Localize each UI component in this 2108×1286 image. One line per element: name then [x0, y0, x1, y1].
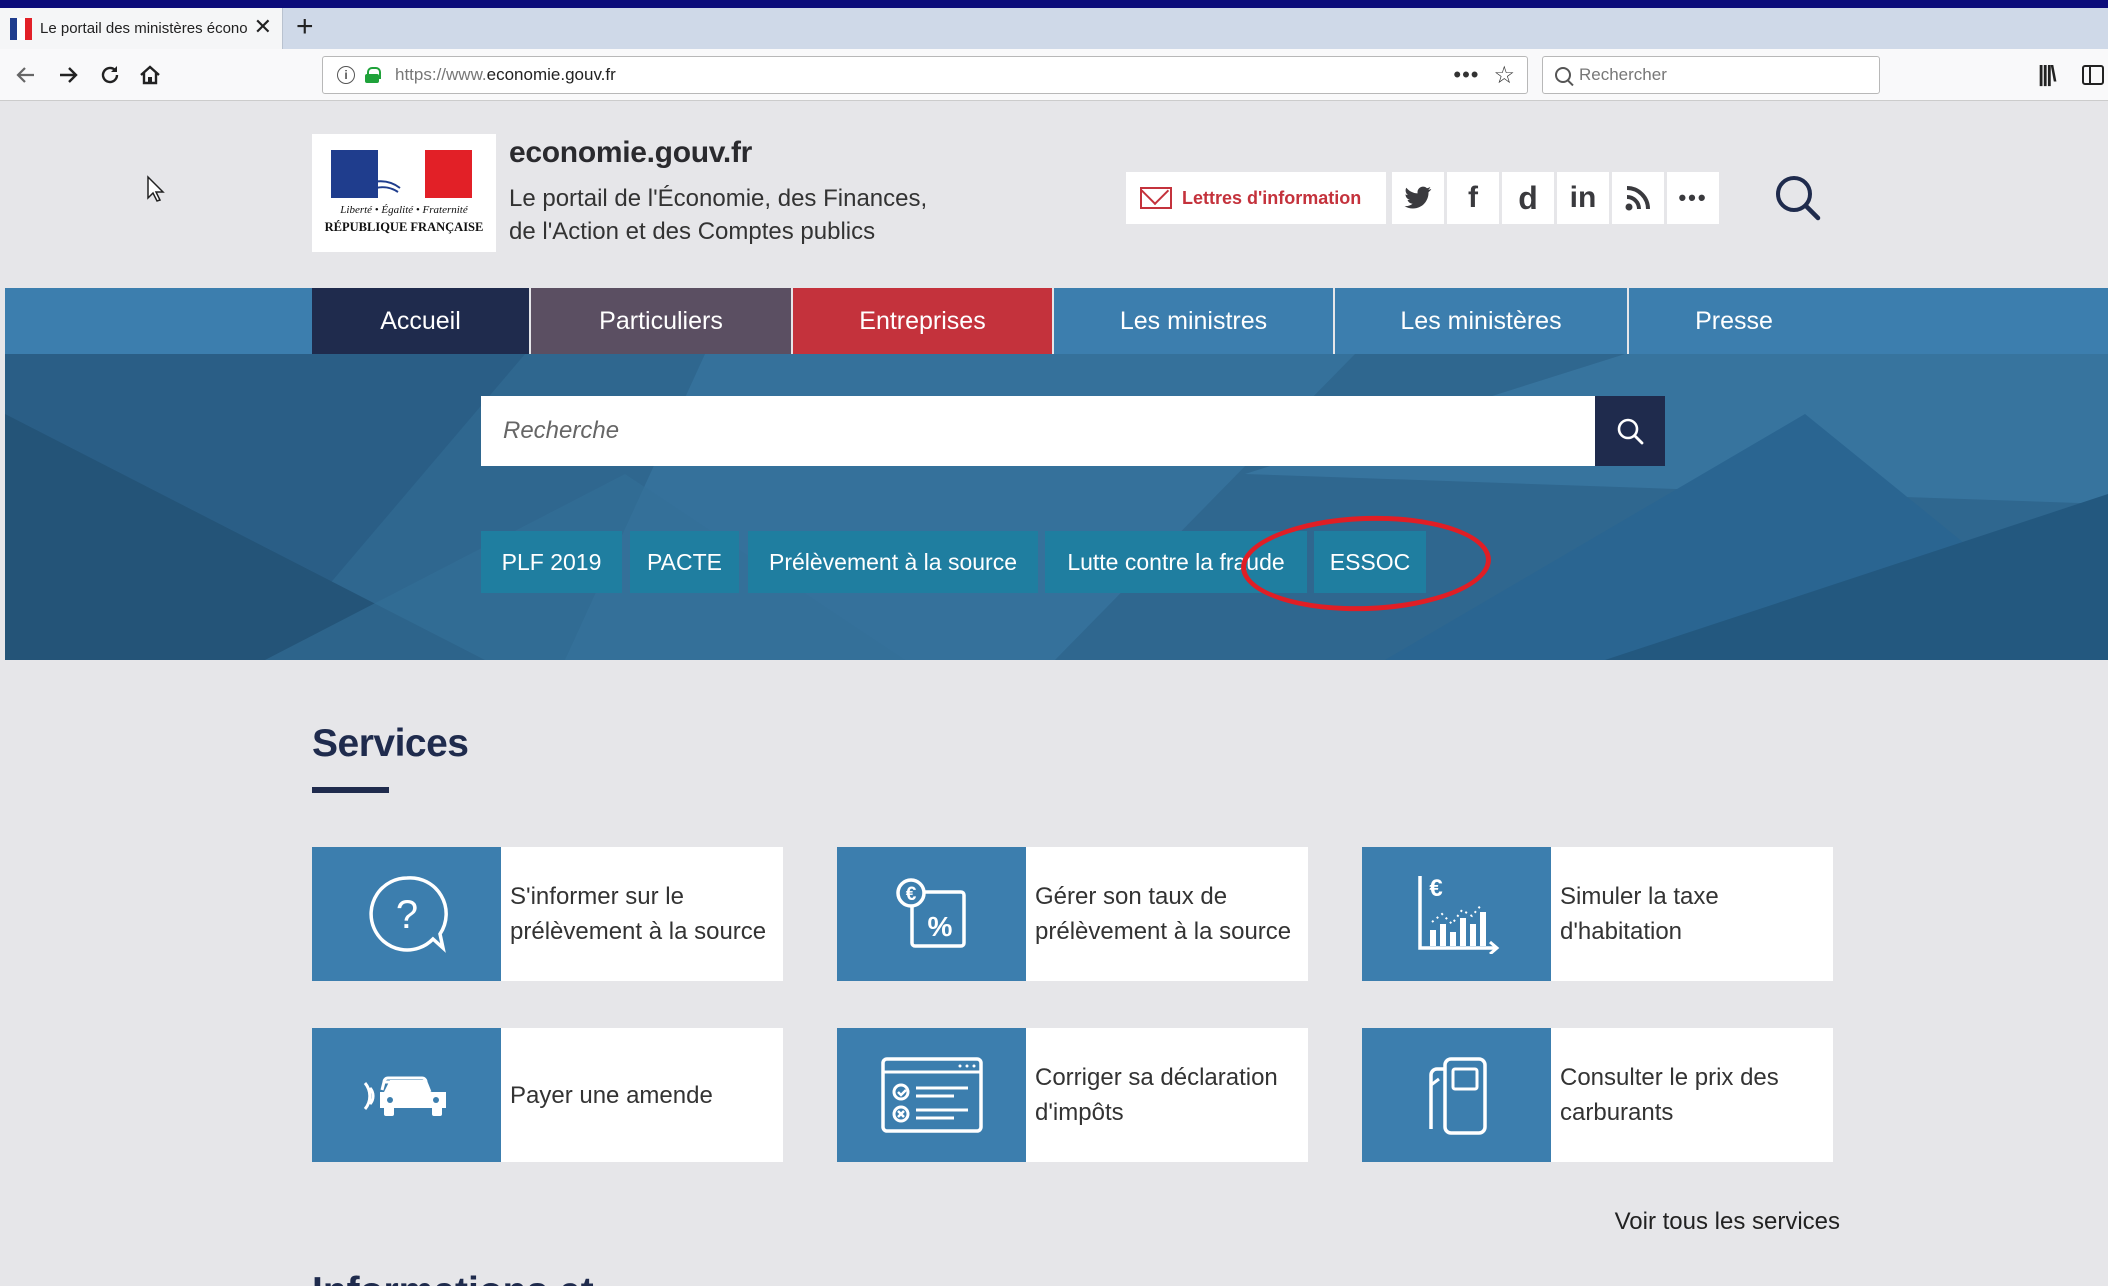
site-search-box[interactable] [481, 396, 1595, 466]
nav-les-ministres[interactable]: Les ministres [1054, 288, 1333, 354]
logo-name: RÉPUBLIQUE FRANÇAISE [324, 220, 484, 234]
newsletter-label: Lettres d'information [1182, 187, 1362, 208]
lock-icon [365, 67, 381, 83]
twitter-icon[interactable] [1392, 172, 1444, 224]
page-actions-icon[interactable]: ••• [1453, 62, 1479, 88]
reload-icon[interactable] [94, 59, 126, 91]
nav-particuliers[interactable]: Particuliers [531, 288, 791, 354]
marianne-favicon-icon [10, 17, 32, 40]
browser-search-input[interactable] [1579, 65, 1859, 85]
nav-les-ministeres[interactable]: Les ministères [1335, 288, 1627, 354]
main-navigation: Accueil Particuliers Entreprises Les min… [5, 288, 2108, 354]
service-label: Payer une amende [510, 1081, 713, 1109]
home-icon[interactable] [134, 59, 166, 91]
search-icon [1617, 418, 1644, 445]
new-tab-icon[interactable]: + [296, 10, 314, 44]
browser-toolbar: i https://www.economie.gouv.fr ••• ☆ |||… [0, 49, 2108, 101]
library-icon[interactable]: |||\ [2038, 61, 2057, 87]
service-card-prix-carburants[interactable]: Consulter le prix des carburants [1362, 1028, 1833, 1162]
svg-text:€: € [905, 884, 916, 905]
service-card-informer-prelevement[interactable]: ? S'informer sur le prélèvement à la sou… [312, 847, 783, 981]
nav-accueil[interactable]: Accueil [312, 288, 529, 354]
question-bubble-icon: ? [312, 847, 501, 981]
euro-percent-icon: €% [837, 847, 1026, 981]
address-bar[interactable]: i https://www.economie.gouv.fr ••• ☆ [322, 56, 1528, 94]
service-label: Corriger sa déclaration d'impôts [1035, 1064, 1278, 1126]
services-heading: Services [312, 722, 469, 765]
service-card-corriger-declaration[interactable]: Corriger sa déclaration d'impôts [837, 1028, 1308, 1162]
site-search-input[interactable] [481, 396, 1595, 466]
tab-title: Le portail des ministères écono [40, 20, 248, 37]
close-tab-icon[interactable]: ✕ [254, 14, 272, 40]
site-search-icon[interactable] [1770, 170, 1824, 224]
marianne-icon [373, 153, 416, 194]
service-card-taxe-habitation[interactable]: € Simuler la taxe d'habitation [1362, 847, 1833, 981]
rss-icon[interactable] [1612, 172, 1664, 224]
hero-banner: PLF 2019 PACTE Prélèvement à la source L… [5, 354, 2108, 660]
search-submit-button[interactable] [1595, 396, 1665, 466]
more-social-icon[interactable]: ••• [1667, 172, 1719, 224]
service-card-payer-amende[interactable]: Payer une amende [312, 1028, 783, 1162]
dailymotion-icon[interactable]: d [1502, 172, 1554, 224]
service-label: Simuler la taxe d'habitation [1560, 883, 1719, 945]
form-checklist-icon [837, 1028, 1026, 1162]
services-underline [312, 787, 389, 793]
newsletter-button[interactable]: Lettres d'information [1126, 172, 1386, 224]
browser-tab[interactable]: Le portail des ministères écono ✕ [0, 8, 283, 49]
logo-motto: Liberté • Égalité • Fraternité [340, 204, 468, 216]
service-label: S'informer sur le prélèvement à la sourc… [510, 883, 767, 945]
tag-pacte[interactable]: PACTE [630, 531, 739, 593]
service-label: Gérer son taux de prélèvement à la sourc… [1035, 883, 1292, 945]
bookmark-star-icon[interactable]: ☆ [1493, 61, 1515, 90]
site-name[interactable]: economie.gouv.fr [509, 136, 752, 170]
next-section-heading: Informations et [312, 1270, 594, 1286]
nav-presse[interactable]: Presse [1629, 288, 1839, 354]
car-radar-icon [312, 1028, 501, 1162]
tag-prelevement-a-la-source[interactable]: Prélèvement à la source [748, 531, 1038, 593]
browser-search-bar[interactable] [1542, 56, 1880, 94]
svg-text:%: % [927, 911, 952, 942]
site-tagline: Le portail de l'Économie, des Finances, … [509, 185, 928, 245]
url-text: https://www.economie.gouv.fr [395, 65, 616, 84]
tab-strip: Le portail des ministères écono ✕ + [0, 8, 2108, 49]
nav-entreprises[interactable]: Entreprises [793, 288, 1052, 354]
service-card-gerer-taux[interactable]: €% Gérer son taux de prélèvement à la so… [837, 847, 1308, 981]
tag-plf-2019[interactable]: PLF 2019 [481, 531, 622, 593]
facebook-icon[interactable]: f [1447, 172, 1499, 224]
all-services-link[interactable]: Voir tous les services [1545, 1208, 1840, 1236]
forward-arrow-icon[interactable] [52, 59, 84, 91]
window-top-border [0, 0, 2108, 8]
info-icon[interactable]: i [337, 66, 355, 84]
search-icon [1555, 67, 1571, 83]
republique-francaise-logo[interactable]: Liberté • Égalité • Fraternité RÉPUBLIQU… [312, 134, 496, 252]
sidebar-toggle-icon[interactable] [2082, 65, 2104, 85]
svg-text:?: ? [395, 893, 417, 937]
web-page: Liberté • Égalité • Fraternité RÉPUBLIQU… [5, 102, 2108, 1286]
svg-text:€: € [1429, 875, 1442, 902]
service-label: Consulter le prix des carburants [1560, 1064, 1779, 1126]
back-arrow-icon[interactable] [10, 59, 42, 91]
fuel-pump-icon [1362, 1028, 1551, 1162]
envelope-icon [1140, 187, 1172, 209]
euro-chart-icon: € [1362, 847, 1551, 981]
linkedin-icon[interactable]: in [1557, 172, 1609, 224]
